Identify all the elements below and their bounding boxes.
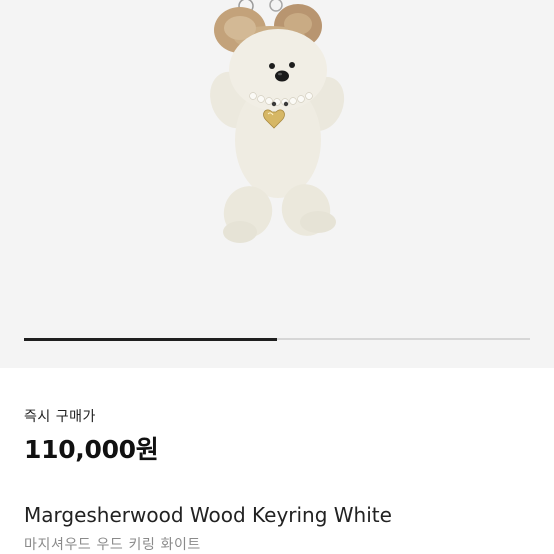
- bear-body: [210, 29, 345, 243]
- product-image-gallery[interactable]: [0, 0, 554, 368]
- product-price: 110,000원: [24, 435, 159, 464]
- price-label: 즉시 구매가: [24, 409, 96, 425]
- product-title: Margesherwood Wood Keyring White: [24, 503, 392, 527]
- product-page: 즉시 구매가 110,000원 Margesherwood Wood Keyri…: [0, 0, 554, 554]
- image-pagination-indicator[interactable]: [24, 337, 530, 341]
- product-image[interactable]: [190, 0, 360, 250]
- product-subtitle: 마지셔우드 우드 키링 화이트: [24, 537, 201, 553]
- image-pagination-progress: [24, 337, 277, 341]
